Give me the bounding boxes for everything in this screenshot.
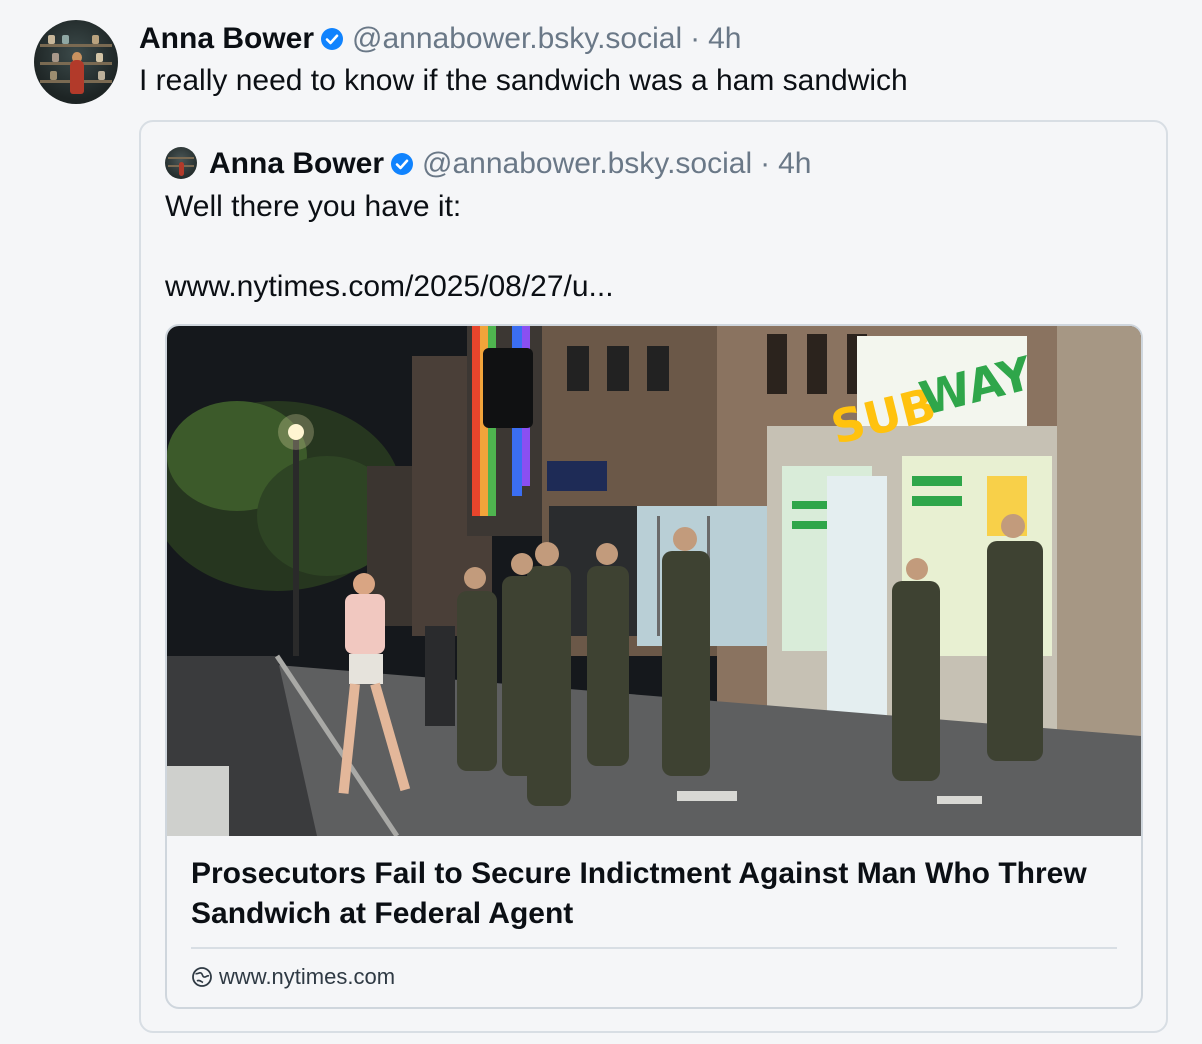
quoted-author-handle[interactable]: @annabower.bsky.social [422, 147, 752, 181]
post-header: Anna Bower @annabower.bsky.social · 4h [139, 20, 741, 58]
globe-icon [191, 966, 213, 988]
quoted-verified-badge-icon [390, 152, 414, 176]
verified-badge-icon[interactable] [320, 27, 344, 51]
link-preview-card[interactable]: SUB WAY Prosecutors Fail to Secure Indic… [165, 324, 1143, 1009]
post: Anna Bower @annabower.bsky.social · 4h I… [0, 0, 1202, 1044]
post-text: I really need to know if the sandwich wa… [139, 64, 908, 97]
quoted-post-text: Well there you have it: [165, 190, 462, 223]
quoted-author-avatar [165, 147, 197, 179]
quoted-author-display-name[interactable]: Anna Bower [209, 147, 384, 181]
article-title[interactable]: Prosecutors Fail to Secure Indictment Ag… [191, 854, 1121, 934]
quoted-post[interactable]: Anna Bower @annabower.bsky.social · 4h W… [139, 120, 1168, 1033]
post-timestamp[interactable]: 4h [708, 22, 741, 56]
author-handle[interactable]: @annabower.bsky.social [352, 22, 682, 56]
article-domain-text: www.nytimes.com [219, 964, 396, 989]
quoted-separator-dot: · [760, 147, 771, 180]
quoted-post-timestamp[interactable]: 4h [778, 147, 811, 181]
author-display-name[interactable]: Anna Bower [139, 22, 314, 56]
article-domain[interactable]: www.nytimes.com [191, 962, 395, 992]
card-divider [191, 947, 1117, 949]
separator-dot: · [690, 22, 701, 55]
article-photo: SUB WAY [167, 326, 1141, 836]
quoted-post-header: Anna Bower @annabower.bsky.social · 4h [209, 144, 811, 184]
quoted-post-link[interactable]: www.nytimes.com/2025/08/27/u... [165, 270, 614, 304]
author-avatar[interactable] [34, 20, 118, 104]
